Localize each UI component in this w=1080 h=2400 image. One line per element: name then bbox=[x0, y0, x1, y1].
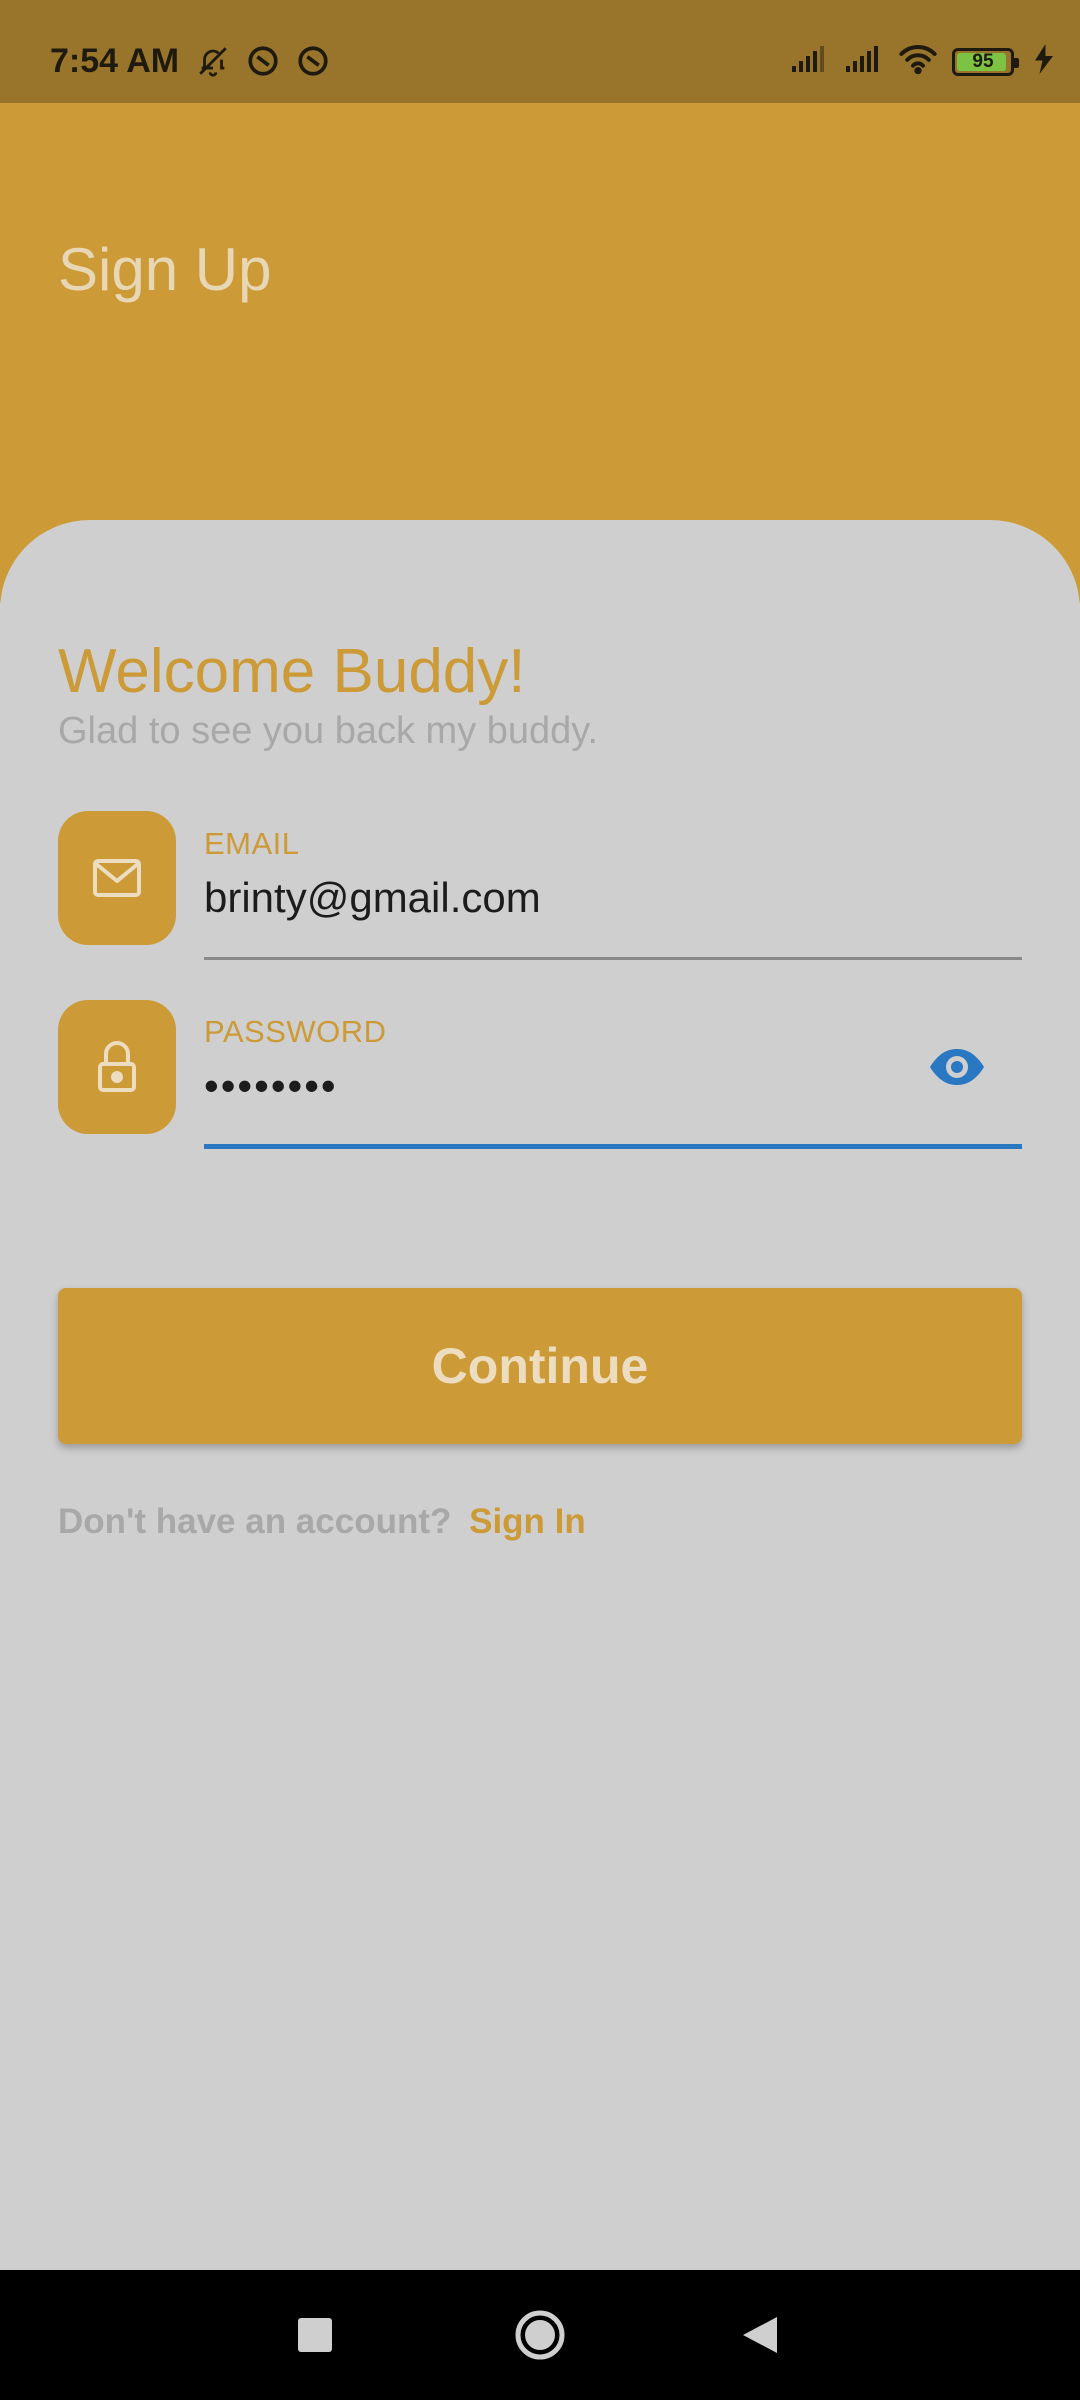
battery-icon: 95 bbox=[952, 47, 1019, 76]
status-bar: 7:54 AM 95 bbox=[0, 0, 1080, 103]
mail-icon bbox=[93, 859, 141, 897]
bell-off-icon bbox=[196, 44, 230, 83]
password-field[interactable]: •••••••• bbox=[204, 1062, 338, 1110]
signin-question: Don't have an account? bbox=[58, 1502, 452, 1541]
password-visibility-toggle[interactable] bbox=[928, 1046, 986, 1088]
lock-icon bbox=[98, 1041, 136, 1092]
email-underline bbox=[204, 957, 1022, 960]
battery-level: 95 bbox=[972, 50, 994, 72]
email-label: EMAIL bbox=[204, 826, 300, 861]
signal-icon bbox=[790, 44, 830, 79]
charging-icon bbox=[1034, 44, 1054, 79]
mail-icon-box bbox=[58, 811, 176, 945]
home-circle-icon bbox=[515, 2310, 565, 2360]
continue-button[interactable]: Continue bbox=[58, 1288, 1022, 1444]
recents-button[interactable] bbox=[280, 2305, 350, 2365]
sign-in-link[interactable]: Sign In bbox=[469, 1502, 586, 1541]
do-not-disturb-icon bbox=[296, 44, 330, 83]
signal-icon bbox=[844, 44, 884, 79]
status-icons-right: 95 bbox=[790, 44, 1054, 79]
recents-square-icon bbox=[298, 2318, 332, 2352]
wifi-icon bbox=[898, 44, 938, 79]
eye-icon bbox=[930, 1049, 984, 1085]
welcome-subtitle: Glad to see you back my buddy. bbox=[58, 710, 599, 752]
lock-icon-box bbox=[58, 1000, 176, 1134]
welcome-title: Welcome Buddy! bbox=[58, 637, 526, 706]
home-button[interactable] bbox=[505, 2300, 575, 2370]
password-label: PASSWORD bbox=[204, 1014, 387, 1049]
navigation-bar bbox=[0, 2270, 1080, 2400]
email-field[interactable]: brinty@gmail.com bbox=[204, 874, 541, 922]
status-time: 7:54 AM bbox=[50, 42, 180, 80]
password-underline bbox=[204, 1144, 1022, 1149]
do-not-disturb-icon bbox=[246, 44, 280, 83]
page-title: Sign Up bbox=[58, 236, 272, 303]
back-triangle-icon bbox=[743, 2317, 777, 2353]
status-icons-left bbox=[196, 44, 330, 83]
back-button[interactable] bbox=[725, 2305, 795, 2365]
signin-prompt: Don't have an account? Sign In bbox=[58, 1502, 586, 1542]
